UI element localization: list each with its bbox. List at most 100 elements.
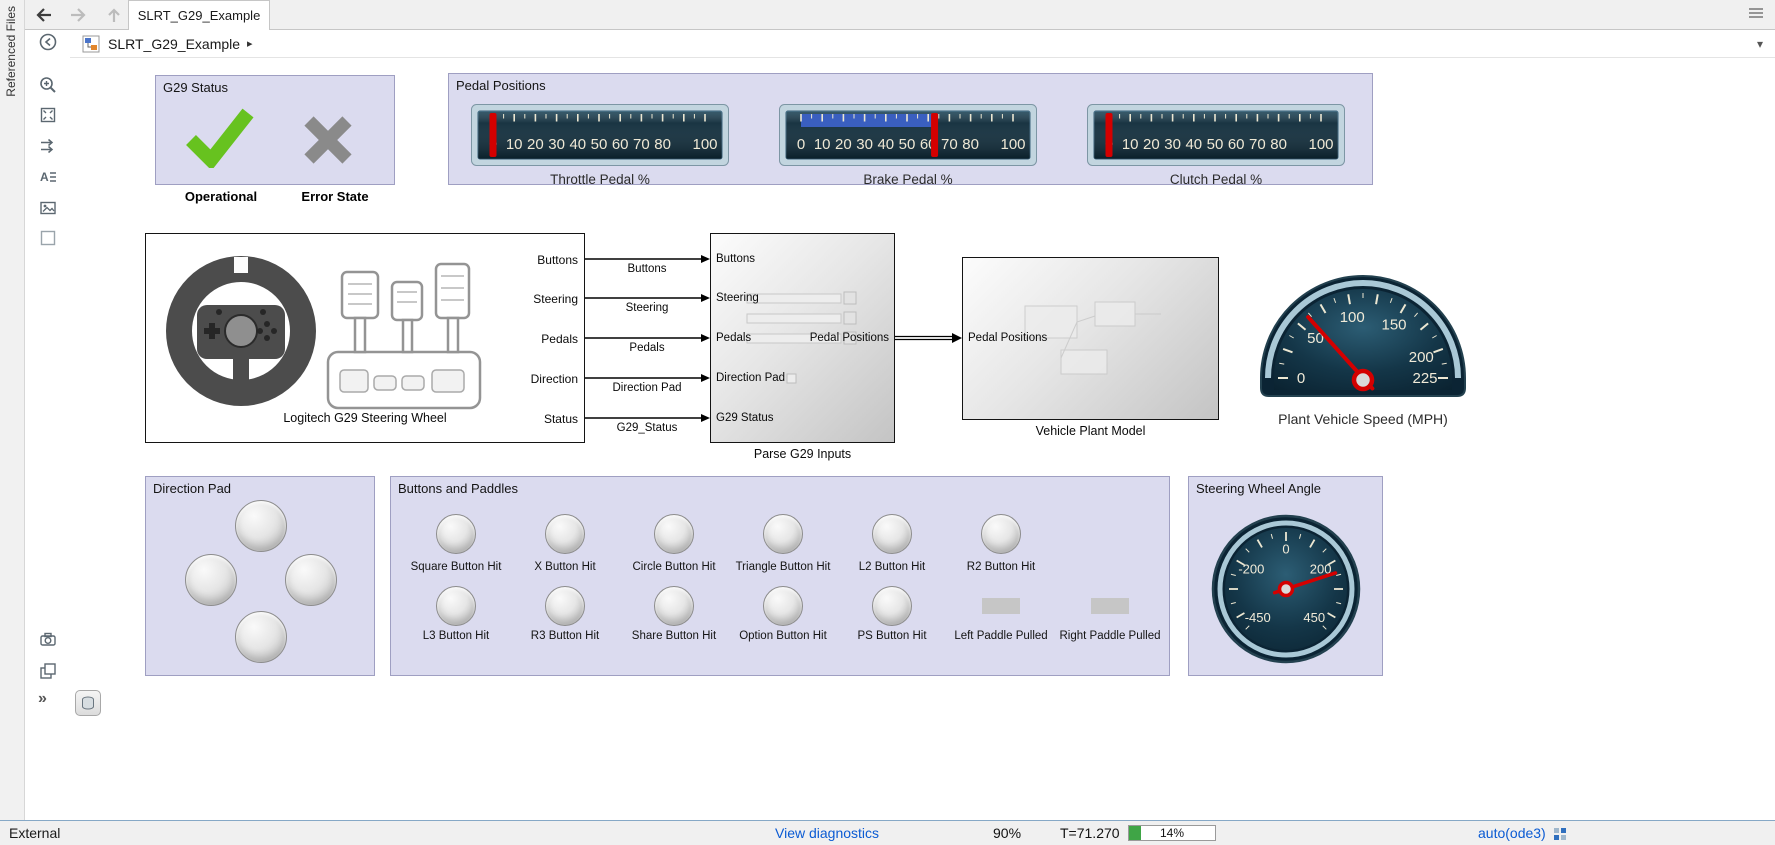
image-annotation-button[interactable] [36,196,60,220]
lamp-option-button[interactable] [763,586,803,626]
lamp-square-button[interactable] [436,514,476,554]
back-button[interactable] [31,4,57,26]
outport-pedal-positions: Pedal Positions [810,332,889,344]
text-annotation-button[interactable]: A [36,165,60,189]
breadcrumb-model[interactable]: SLRT_G29_Example [108,36,240,52]
steering-angle-panel[interactable]: Steering Wheel Angle -450-2000200450 [1188,476,1383,676]
throttle-gauge[interactable]: 01020304050607080100 [471,104,729,166]
model-icon [82,35,100,53]
parse-g29-inputs-block[interactable]: Buttons Steering Pedals Direction Pad G2… [710,233,895,443]
hide-explorer-button[interactable] [36,30,60,54]
status-grid-icon[interactable] [1553,827,1567,841]
simulation-mode-label: External [9,821,60,845]
camera-icon [38,630,58,650]
tab-title: SLRT_G29_Example [138,8,261,23]
lamp-r3-button[interactable] [545,586,585,626]
left-paddle-indicator[interactable] [982,598,1020,614]
fit-to-view-button[interactable] [36,103,60,127]
palette-toolbar: A » [25,30,70,820]
toolbar-expand-button[interactable]: » [38,690,47,708]
clutch-gauge[interactable]: 01020304050607080100 [1087,104,1345,166]
tab-list-button[interactable] [1747,6,1765,23]
vehicle-plant-model-block[interactable]: Pedal Positions [962,257,1219,420]
svg-text:40: 40 [877,136,894,153]
model-tab[interactable]: SLRT_G29_Example [128,0,270,30]
svg-text:30: 30 [856,136,873,153]
circle-arrow-icon [38,32,58,52]
speed-gauge[interactable]: 050100150200225 [1253,258,1473,408]
speed-gauge-group[interactable]: 050100150200225 Plant Vehicle Speed (MPH… [1245,258,1481,427]
simulation-time: T=71.270 [1060,821,1120,845]
svg-text:80: 80 [1270,136,1287,153]
lamp-dpad-right[interactable] [285,554,337,606]
lamp-share-button[interactable] [654,586,694,626]
list-icon [1747,6,1765,20]
direction-pad-panel[interactable]: Direction Pad [145,476,375,676]
breadcrumb-caret-button[interactable]: ▾ [1757,37,1763,51]
signal-label-direction: Direction Pad [577,382,717,394]
right-paddle-indicator[interactable] [1091,598,1129,614]
g29-status-panel[interactable]: G29 Status [155,75,395,185]
direction-pad-title: Direction Pad [146,477,374,500]
model-canvas[interactable]: G29 Status Operational Error State Pedal… [70,58,1775,820]
lamp-label-l2: L2 Button Hit [859,561,925,573]
lamp-circle-button[interactable] [654,514,694,554]
svg-text:A: A [40,170,49,184]
zoom-button[interactable] [36,73,60,97]
port-steering: Steering [533,292,578,306]
up-to-parent-button[interactable] [101,4,127,26]
g29-steering-wheel-block[interactable]: Buttons Steering Pedals Direction Status… [145,233,585,443]
area-annotation-button[interactable] [36,226,60,250]
svg-text:40: 40 [1185,136,1202,153]
buttons-paddles-panel[interactable]: Buttons and Paddles Square Button Hit X … [390,476,1170,676]
inport-g29-status: G29 Status [716,412,774,424]
lamp-l2-button[interactable] [872,514,912,554]
lamp-label-ps: PS Button Hit [857,630,926,642]
simulink-window: Referenced Files SLRT_G29_Example [0,0,1775,845]
brake-gauge[interactable]: 01020304050607080100 [779,104,1037,166]
svg-text:50: 50 [899,136,916,153]
lamp-r2-button[interactable] [981,514,1021,554]
svg-text:225: 225 [1412,370,1437,387]
steering-angle-gauge[interactable]: -450-2000200450 [1206,507,1366,667]
label-left-paddle: Left Paddle Pulled [954,630,1047,642]
svg-text:40: 40 [569,136,586,153]
port-direction: Direction [531,372,578,386]
lamp-label-r3: R3 Button Hit [531,630,599,642]
lamp-label-r2: R2 Button Hit [967,561,1035,573]
lamp-triangle-button[interactable] [763,514,803,554]
svg-text:50: 50 [1207,136,1224,153]
lamp-label-option: Option Button Hit [739,630,827,642]
view-diagnostics-link[interactable]: View diagnostics [775,821,879,845]
tab-bar: SLRT_G29_Example [25,0,1775,30]
lamp-x-button[interactable] [545,514,585,554]
solver-info[interactable]: auto(ode3) [1478,821,1546,845]
arrow-icon [701,255,710,263]
lamp-ps-button[interactable] [872,586,912,626]
data-browser-button[interactable] [75,690,101,716]
breadcrumb-arrow: ▸ [247,37,253,50]
pedal-positions-panel[interactable]: Pedal Positions 01020304050607080100 Thr… [448,73,1373,185]
lamp-label-x: X Button Hit [534,561,595,573]
x-icon [302,114,354,166]
text-annotation-icon: A [38,167,58,187]
svg-text:0: 0 [797,136,805,153]
referenced-files-rail[interactable]: Referenced Files [0,0,25,820]
lamp-l3-button[interactable] [436,586,476,626]
svg-text:30: 30 [548,136,565,153]
camera-button[interactable] [36,628,60,652]
lamp-label-triangle: Triangle Button Hit [736,561,831,573]
viewmarks-icon [38,661,58,681]
forward-button[interactable] [65,4,91,26]
lamp-label-square: Square Button Hit [411,561,502,573]
clutch-gauge-label: Clutch Pedal % [1087,172,1345,187]
arrow-icon [952,333,962,343]
viewmarks-button[interactable] [36,659,60,683]
lamp-label-share: Share Button Hit [632,630,716,642]
svg-text:80: 80 [654,136,671,153]
route-arrows-button[interactable] [36,134,60,158]
lamp-dpad-up[interactable] [235,500,287,552]
referenced-files-label[interactable]: Referenced Files [4,6,18,97]
lamp-dpad-left[interactable] [185,554,237,606]
lamp-dpad-down[interactable] [235,611,287,663]
